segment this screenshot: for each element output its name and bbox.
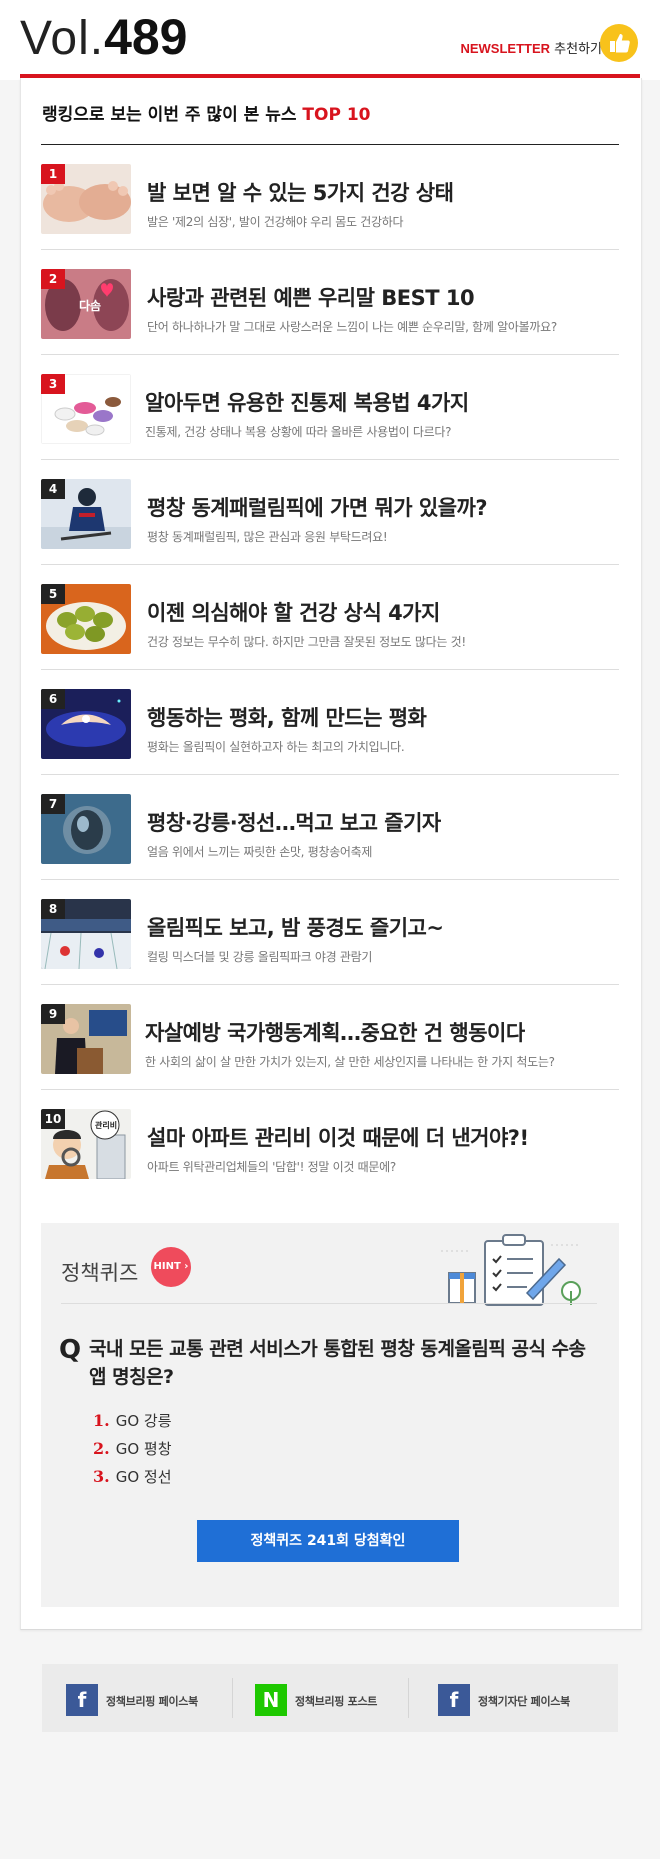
ranking-title-text: 랭킹으로 보는 이번 주 많이 본 뉴스 <box>42 105 297 125</box>
hint-button[interactable]: HINT › <box>151 1247 191 1287</box>
footer-link-label: 정책브리핑 페이스북 <box>106 1695 198 1708</box>
news-item-8[interactable]: 8 올림픽도 보고, 밤 풍경도 즐기고~ 컬링 믹스더블 및 강릉 올림픽파크… <box>41 879 619 985</box>
volume-prefix: Vol. <box>20 12 105 65</box>
question-q-icon: Q <box>59 1335 82 1365</box>
news-subtitle: 아파트 위탁관리업체들의 '담합'! 정말 이것 때문에? <box>147 1160 396 1174</box>
news-thumbnail-pills[interactable]: 3 <box>41 374 131 444</box>
newsletter-header: Vol.489 NEWSLETTER 추천하기 <box>0 0 660 80</box>
rank-badge: 3 <box>41 374 65 394</box>
footer-separator <box>232 1678 233 1718</box>
news-subtitle: 발은 '제2의 심장', 발이 건강해야 우리 몸도 건강하다 <box>147 215 404 229</box>
rank-badge: 6 <box>41 689 65 709</box>
news-thumbnail-couple[interactable]: 다솜 2 <box>41 269 131 339</box>
naver-post-icon: N <box>255 1684 287 1716</box>
news-title[interactable]: 이젠 의심해야 할 건강 상식 4가지 <box>147 597 440 627</box>
news-title[interactable]: 설마 아파트 관리비 이것 때문에 더 낸거야?! <box>147 1122 529 1152</box>
quiz-title: 정책퀴즈 <box>61 1261 139 1285</box>
news-subtitle: 건강 정보는 무수히 많다. 하지만 그만큼 잘못된 정보도 많다는 것! <box>147 635 466 649</box>
newsletter-recommend-link[interactable]: NEWSLETTER 추천하기 <box>460 38 602 57</box>
newsletter-label: NEWSLETTER <box>460 41 551 56</box>
news-item-7[interactable]: 7 평창·강릉·정선…먹고 보고 즐기자 얼음 위에서 느끼는 짜릿한 손맛, … <box>41 774 619 880</box>
news-thumbnail-hockey[interactable]: 4 <box>41 479 131 549</box>
option-text: GO 평창 <box>115 1440 172 1458</box>
volume-number: 489 <box>104 9 188 65</box>
volume-title: Vol.489 <box>20 12 188 63</box>
rank-badge: 4 <box>41 479 65 499</box>
news-item-4[interactable]: 4 평창 동계패럴림픽에 가면 뭐가 있을까? 평창 동계패럴림픽, 많은 관심… <box>41 459 619 565</box>
news-thumbnail-feet[interactable]: 1 <box>41 164 131 234</box>
news-item-10[interactable]: 관리비 10 설마 아파트 관리비 이것 때문에 더 낸거야?! 아파트 위탁관… <box>41 1089 619 1194</box>
hint-label: HINT <box>153 1261 181 1272</box>
news-item-3[interactable]: 3 알아두면 유용한 진통제 복용법 4가지 진통제, 건강 상태나 복용 상황… <box>41 354 619 460</box>
footer-separator <box>408 1678 409 1718</box>
quiz-result-button[interactable]: 정책퀴즈 241회 당첨확인 <box>197 1520 459 1562</box>
clipboard-illustration-icon <box>441 1234 581 1306</box>
quiz-option-2: 2. GO 평창 <box>93 1438 172 1459</box>
news-subtitle: 컬링 믹스더블 및 강릉 올림픽파크 야경 관람기 <box>147 950 373 964</box>
social-links-footer: f 정책브리핑 페이스북 N 정책브리핑 포스트 f 정책기자단 페이스북 <box>42 1664 618 1732</box>
quiz-option-1: 1. GO 강릉 <box>93 1410 172 1431</box>
news-subtitle: 단어 하나하나가 말 그대로 사랑스러운 느낌이 나는 예쁜 순우리말, 함께 … <box>147 320 557 334</box>
news-title[interactable]: 올림픽도 보고, 밤 풍경도 즐기고~ <box>147 912 444 942</box>
option-text: GO 강릉 <box>115 1412 172 1430</box>
news-title[interactable]: 평창 동계패럴림픽에 가면 뭐가 있을까? <box>147 492 488 522</box>
news-item-1[interactable]: 1 발 보면 알 수 있는 5가지 건강 상태 발은 '제2의 심장', 발이 … <box>41 144 619 250</box>
option-number: 1. <box>93 1411 110 1430</box>
news-subtitle: 평창 동계패럴림픽, 많은 관심과 응원 부탁드려요! <box>147 530 388 544</box>
news-thumbnail-olives[interactable]: 5 <box>41 584 131 654</box>
news-thumbnail-trout[interactable]: 7 <box>41 794 131 864</box>
image-caption-fee: 관리비 <box>95 1121 118 1130</box>
facebook-icon: f <box>66 1684 98 1716</box>
ranking-section-title: 랭킹으로 보는 이번 주 많이 본 뉴스 TOP 10 <box>42 100 371 125</box>
thumbs-up-icon <box>610 34 630 53</box>
news-subtitle: 평화는 올림픽이 실현하고자 하는 최고의 가치입니다. <box>147 740 405 754</box>
news-item-2[interactable]: 다솜 2 사랑과 관련된 예쁜 우리말 BEST 10 단어 하나하나가 말 그… <box>41 249 619 355</box>
rank-badge: 5 <box>41 584 65 604</box>
news-subtitle: 얼음 위에서 느끼는 짜릿한 손맛, 평창송어축제 <box>147 845 373 859</box>
news-item-5[interactable]: 5 이젠 의심해야 할 건강 상식 4가지 건강 정보는 무수히 많다. 하지만… <box>41 564 619 670</box>
news-item-9[interactable]: 9 자살예방 국가행동계획…중요한 건 행동이다 한 사회의 삶이 살 만한 가… <box>41 984 619 1090</box>
footer-link-label: 정책브리핑 포스트 <box>295 1695 378 1708</box>
facebook-icon: f <box>438 1684 470 1716</box>
news-item-6[interactable]: 6 행동하는 평화, 함께 만드는 평화 평화는 올림픽이 실현하고자 하는 최… <box>41 669 619 775</box>
news-title[interactable]: 알아두면 유용한 진통제 복용법 4가지 <box>145 387 469 417</box>
news-thumbnail-curling[interactable]: 8 <box>41 899 131 969</box>
image-caption-dasom: 다솜 <box>79 299 102 313</box>
policy-quiz-box: 정책퀴즈 HINT › Q 국내 모든 교통 관련 서비스가 통합된 평창 동계… <box>41 1223 619 1607</box>
quiz-question: 국내 모든 교통 관련 서비스가 통합된 평창 동계올림픽 공식 수송앱 명칭은… <box>89 1338 586 1388</box>
news-subtitle: 진통제, 건강 상태나 복용 상황에 따라 올바른 사용법이 다르다? <box>145 425 452 439</box>
content-card: 랭킹으로 보는 이번 주 많이 본 뉴스 TOP 10 1 발 보면 알 수 있… <box>20 78 642 1630</box>
quiz-option-3: 3. GO 정선 <box>93 1466 172 1487</box>
news-title[interactable]: 평창·강릉·정선…먹고 보고 즐기자 <box>147 807 441 837</box>
footer-link-label: 정책기자단 페이스북 <box>478 1695 570 1708</box>
rank-badge: 8 <box>41 899 65 919</box>
rank-badge: 9 <box>41 1004 65 1024</box>
rank-badge: 2 <box>41 269 65 289</box>
news-title[interactable]: 발 보면 알 수 있는 5가지 건강 상태 <box>147 177 454 207</box>
option-text: GO 정선 <box>115 1468 172 1486</box>
option-number: 3. <box>93 1467 110 1486</box>
recommend-button[interactable] <box>600 24 638 62</box>
news-title[interactable]: 행동하는 평화, 함께 만드는 평화 <box>147 702 427 732</box>
rank-badge: 1 <box>41 164 65 184</box>
news-title[interactable]: 사랑과 관련된 예쁜 우리말 BEST 10 <box>147 282 475 312</box>
rank-badge: 7 <box>41 794 65 814</box>
recommend-label: 추천하기 <box>554 42 602 57</box>
news-thumbnail-apartment-fee[interactable]: 관리비 10 <box>41 1109 131 1179</box>
news-subtitle: 한 사회의 삶이 살 만한 가치가 있는지, 살 만한 세상인지를 나타내는 한… <box>145 1055 555 1069</box>
news-thumbnail-briefing[interactable]: 9 <box>41 1004 131 1074</box>
ranking-title-highlight: TOP 10 <box>302 105 371 125</box>
quiz-divider <box>61 1303 597 1304</box>
news-title[interactable]: 자살예방 국가행동계획…중요한 건 행동이다 <box>145 1017 525 1047</box>
rank-badge: 10 <box>41 1109 65 1129</box>
option-number: 2. <box>93 1439 110 1458</box>
news-thumbnail-ceremony[interactable]: 6 <box>41 689 131 759</box>
